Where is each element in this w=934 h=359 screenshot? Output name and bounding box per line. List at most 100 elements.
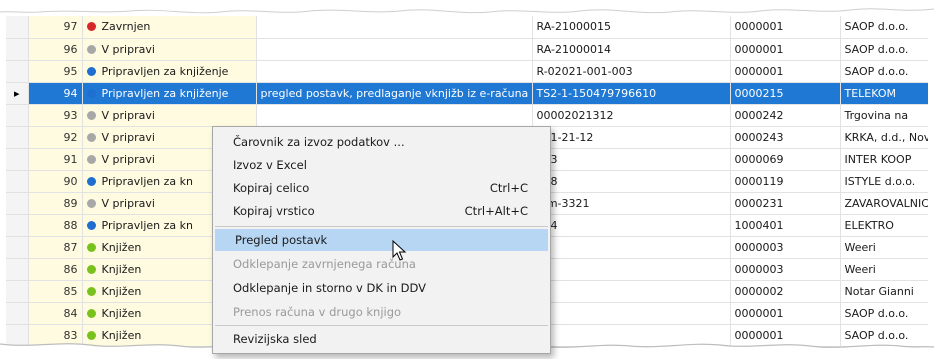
partner-name-cell[interactable]: Notar Gianni [840,280,928,303]
partner-name-cell[interactable]: INTER KOOP [840,148,928,171]
status-cell[interactable]: Pripravljen za knjiženje [82,60,257,83]
row-indicator-cell[interactable] [6,60,29,83]
partner-name-cell[interactable]: SAOP d.o.o. [840,38,928,61]
row-indicator-cell[interactable] [6,236,29,259]
description-cell[interactable]: pregled postavk, predlaganje vknjižb iz … [256,82,533,105]
menu-item-2[interactable]: Izvoz v Excel [213,154,550,176]
row-indicator-cell[interactable] [6,192,29,215]
row-number-cell[interactable]: 85 [28,280,83,303]
status-cell[interactable]: V pripravi [82,104,257,127]
table-row[interactable]: 95 Pripravljen za knjiženje R-02021-001-00… [6,60,928,83]
menu-item-8[interactable]: Odklepanje in storno v DK in DDV [213,277,550,299]
row-number-cell[interactable]: 94 [28,82,83,105]
partner-name-cell[interactable]: SAOP d.o.o. [840,60,928,83]
document-reference-cell[interactable]: AV [532,258,731,281]
description-cell[interactable] [256,16,533,39]
partner-name-cell[interactable]: KRKA, d.d., Nov [840,126,928,149]
menu-item-4[interactable]: Kopiraj vrstico Ctrl+Alt+C [213,200,550,222]
table-row[interactable]: 93 V pripravi 00002021312 0000242 Trgovina n… [6,104,928,127]
row-number-cell[interactable]: 95 [28,60,83,83]
partner-code-cell[interactable]: 0000001 [730,302,841,325]
status-cell[interactable]: V pripravi [82,38,257,61]
partner-code-cell[interactable]: 0000003 [730,236,841,259]
row-number-cell[interactable]: 87 [28,236,83,259]
row-indicator-cell[interactable] [6,170,29,193]
status-dot-icon [86,132,96,142]
partner-code-cell[interactable]: 0000243 [730,126,841,149]
document-reference-cell[interactable]: 984 [532,214,731,237]
partner-code-cell[interactable]: 0000001 [730,38,841,61]
document-reference-cell[interactable]: 021-21-12 [532,126,731,149]
status-cell[interactable]: Zavrnjen [82,16,257,39]
partner-code-cell[interactable]: 0000119 [730,170,841,193]
partner-name-cell[interactable]: Weeri [840,258,928,281]
status-dot-icon [86,66,96,76]
document-reference-cell[interactable]: 00002021312 [532,104,731,127]
torn-edge-top [0,0,934,14]
partner-name-cell[interactable]: ELEKTRO [840,214,928,237]
row-indicator-cell[interactable] [6,16,29,39]
description-cell[interactable] [256,104,533,127]
table-row[interactable]: 97 Zavrnjen RA-21000015 0000001 SAOP d.o.o. [6,16,928,39]
row-number-cell[interactable]: 90 [28,170,83,193]
partner-code-cell[interactable]: 0000002 [730,280,841,303]
description-cell[interactable] [256,60,533,83]
partner-code-cell[interactable]: 0000069 [730,148,841,171]
partner-code-cell[interactable]: 0000001 [730,16,841,39]
partner-name-cell[interactable]: SAOP d.o.o. [840,16,928,39]
menu-item-9[interactable]: Prenos računa v drugo knjigo [213,301,550,323]
row-number-cell[interactable]: 93 [28,104,83,127]
row-indicator-cell[interactable] [6,104,29,127]
row-number-cell[interactable]: 91 [28,148,83,171]
partner-code-cell[interactable]: 0000242 [730,104,841,127]
status-cell[interactable]: Pripravljen za knjiženje [82,82,257,105]
row-indicator-cell[interactable] [6,214,29,237]
row-indicator-cell[interactable]: ▸ [6,82,29,105]
partner-code-cell[interactable]: 0000003 [730,258,841,281]
row-indicator-cell[interactable] [6,258,29,281]
document-reference-cell[interactable]: RA-21000015 [532,16,731,39]
partner-name-cell[interactable]: ZAVAROVALNICA [840,192,928,215]
menu-item-label: Čarovnik za izvoz podatkov ... [233,135,405,149]
row-number-cell[interactable]: 89 [28,192,83,215]
partner-code-cell[interactable]: 0000001 [730,60,841,83]
row-number-cell[interactable]: 92 [28,126,83,149]
row-indicator-cell[interactable] [6,280,29,303]
partner-name-cell[interactable]: ISTYLE d.o.o. [840,170,928,193]
document-reference-cell[interactable]: R-02021-001-003 [532,60,731,83]
row-number-cell[interactable]: 96 [28,38,83,61]
document-reference-cell[interactable]: 1 [532,302,731,325]
partner-name-cell[interactable]: TELEKOM [840,82,928,105]
document-reference-cell[interactable]: 443 [532,148,731,171]
row-indicator-cell[interactable] [6,302,29,325]
row-indicator-cell[interactable] [6,126,29,149]
row-number-cell[interactable]: 86 [28,258,83,281]
partner-name-cell[interactable]: SAOP d.o.o. [840,302,928,325]
table-row[interactable]: ▸ 94 Pripravljen za knjiženje pregled posta… [6,82,928,105]
row-indicator-cell[interactable] [6,38,29,61]
document-reference-cell[interactable]: TS2-1-150479796610 [532,82,731,105]
menu-item-7[interactable]: Odklepanje zavrnjenega računa [213,253,550,275]
menu-item-10[interactable]: Revizijska sled [213,328,550,350]
row-number-cell[interactable]: 88 [28,214,83,237]
row-indicator-cell[interactable] [6,148,29,171]
table-row[interactable]: 96 V pripravi RA-21000014 0000001 SAOP d.o.o… [6,38,928,61]
document-reference-cell[interactable]: -km-3321 [532,192,731,215]
row-number-cell[interactable]: 84 [28,302,83,325]
partner-name-cell[interactable]: Weeri [840,236,928,259]
partner-code-cell[interactable]: 0000215 [730,82,841,105]
menu-item-6[interactable]: Pregled postavk [215,229,548,251]
status-dot-icon [86,22,96,32]
document-reference-cell[interactable]: 1 [532,280,731,303]
status-label: V pripravi [101,196,155,210]
menu-item-3[interactable]: Kopiraj celico Ctrl+C [213,177,550,199]
document-reference-cell[interactable]: 33 [532,236,731,259]
menu-item-1[interactable]: Čarovnik za izvoz podatkov ... [213,131,550,153]
partner-name-cell[interactable]: Trgovina na [840,104,928,127]
row-number-cell[interactable]: 97 [28,16,83,39]
document-reference-cell[interactable]: RA-21000014 [532,38,731,61]
partner-code-cell[interactable]: 0000231 [730,192,841,215]
description-cell[interactable] [256,38,533,61]
document-reference-cell[interactable]: 518 [532,170,731,193]
partner-code-cell[interactable]: 1000401 [730,214,841,237]
